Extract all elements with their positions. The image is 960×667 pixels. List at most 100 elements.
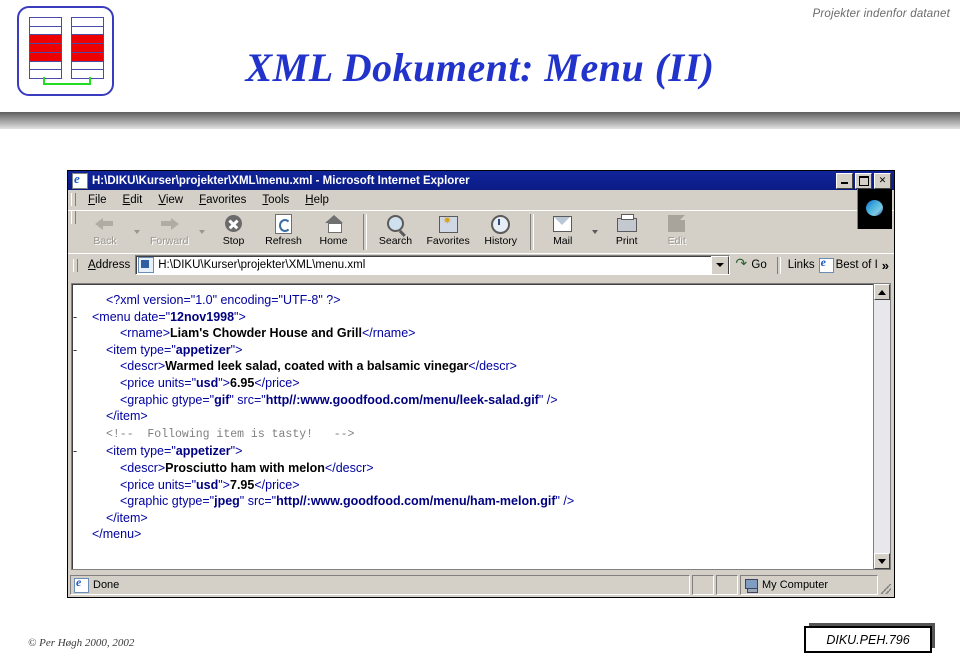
go-label: Go	[751, 259, 767, 271]
browser-toolbar: Back Forward Stop Refresh Home Search ✷ …	[68, 210, 894, 253]
toolbar-refresh-button[interactable]: Refresh	[259, 211, 309, 253]
link-label: Best of I	[835, 259, 878, 271]
mail-dropdown-icon[interactable]	[591, 230, 598, 234]
menu-item-help[interactable]: Help	[297, 192, 337, 208]
page-content-area: <?xml version="1.0" encoding="UTF-8" ?> -…	[71, 283, 891, 570]
xml-line: <descr>Prosciutto ham with melon</descr>	[82, 460, 869, 477]
xml-token-tag: <item type="	[106, 444, 176, 459]
browser-window: H:\DIKU\Kurser\projekter\XML\menu.xml - …	[67, 170, 895, 598]
xml-token-tag: <item type="	[106, 342, 176, 357]
status-text: Done	[93, 579, 120, 591]
xml-line: <!-- Following item is tasty! -->	[82, 425, 869, 444]
toolbar-separator-2	[529, 214, 534, 250]
toolbar-mail-button[interactable]: Mail	[538, 211, 588, 253]
xml-token-tag: <?xml version="1.0" encoding="UTF-8" ?>	[106, 293, 341, 307]
page-status-icon	[74, 575, 89, 593]
back-dropdown-icon[interactable]	[134, 230, 140, 234]
scroll-up-button[interactable]	[874, 284, 890, 300]
browser-titlebar: H:\DIKU\Kurser\projekter\XML\menu.xml - …	[68, 171, 894, 190]
xml-token-tag: <graphic gtype="	[120, 392, 215, 407]
resize-grip[interactable]	[878, 575, 892, 595]
xml-token-tag: </price>	[254, 375, 300, 390]
scroll-down-button[interactable]	[874, 553, 890, 569]
go-button[interactable]: Go	[730, 255, 773, 272]
ie-animated-logo	[857, 189, 892, 229]
xml-token-tag: </menu>	[92, 527, 142, 542]
xml-token-tag: " src="	[239, 494, 277, 509]
link-best-of-ie[interactable]: Best of I	[818, 255, 880, 273]
xml-line: - <menu date="12nov1998">	[73, 309, 869, 326]
slide-root: Projekter indenfor datanet XML Dokument:…	[0, 0, 960, 667]
links-label[interactable]: Links	[784, 259, 819, 271]
xml-collapse-toggle[interactable]: -	[73, 309, 77, 326]
xml-token-txt: 7.95	[230, 477, 255, 492]
xml-token-tag: <rname>	[120, 326, 171, 341]
xml-token-tag: <price units="	[120, 477, 197, 492]
toolbar-stop-button[interactable]: Stop	[209, 211, 259, 253]
xml-token-aval: 12nov1998	[170, 309, 235, 324]
xml-token-tag: </item>	[106, 510, 148, 525]
security-zone-pane[interactable]: My Computer	[740, 575, 878, 595]
xml-line: - <item type="appetizer">	[73, 443, 869, 460]
menu-item-favorites[interactable]: Favorites	[191, 192, 254, 208]
xml-token-aval: gif	[214, 392, 230, 407]
menu-item-view[interactable]: View	[150, 192, 191, 208]
xml-token-tag: <descr>	[120, 359, 166, 374]
security-zone-label: My Computer	[762, 579, 829, 591]
toolbar-home-button[interactable]: Home	[309, 211, 359, 253]
xml-line: <descr>Warmed leek salad, coated with a …	[82, 358, 869, 375]
xml-token-tag: <graphic gtype="	[120, 494, 215, 509]
xml-collapse-toggle[interactable]: -	[73, 443, 77, 460]
status-pane-2	[692, 575, 714, 595]
toolbar-history-button[interactable]: History	[476, 211, 526, 253]
toolbar-edit-button[interactable]: Edit	[652, 211, 702, 253]
xml-token-aval: http//:www.goodfood.com/menu/ham-melon.g…	[276, 494, 556, 509]
address-bar: Address H:\DIKU\Kurser\projekter\XML\men…	[68, 253, 894, 276]
forward-arrow-icon	[158, 213, 180, 234]
toolbar-search-button[interactable]: Search	[371, 211, 421, 253]
xml-token-comment: <!-- Following item is tasty! -->	[106, 427, 355, 441]
toolbar-grip[interactable]	[71, 211, 76, 224]
xml-token-aval: jpeg	[214, 494, 240, 509]
xml-token-tag: ">	[234, 309, 246, 324]
minimize-button[interactable]	[836, 172, 853, 189]
toolbar-print-button[interactable]: Print	[602, 211, 652, 253]
xml-token-txt: 6.95	[230, 375, 255, 390]
links-overflow-chevron-icon[interactable]: »	[880, 258, 892, 273]
addressbar-grip[interactable]	[73, 258, 78, 272]
menu-item-tools[interactable]: Tools	[254, 192, 297, 208]
menu-bar: File Edit View Favorites Tools Help	[68, 189, 894, 229]
xml-line: - <item type="appetizer">	[73, 342, 869, 359]
header-divider-bar	[0, 112, 960, 129]
xml-token-tag: ">	[230, 342, 243, 357]
menu-item-edit[interactable]: Edit	[115, 192, 151, 208]
xml-token-tag: ">	[218, 375, 230, 390]
menubar-grip[interactable]	[71, 193, 76, 206]
menu-item-file[interactable]: File	[80, 192, 115, 208]
toolbar-back-button[interactable]: Back	[80, 211, 130, 253]
xml-collapse-toggle[interactable]: -	[73, 342, 77, 359]
xml-token-tag: </descr>	[324, 460, 374, 475]
scrollbar-track[interactable]	[874, 300, 890, 553]
toolbar-favorites-button[interactable]: Favorites	[421, 211, 476, 253]
address-input[interactable]: H:\DIKU\Kurser\projekter\XML\menu.xml	[135, 255, 731, 275]
xml-token-tag: ">	[218, 477, 230, 492]
xml-token-tag: <descr>	[120, 460, 166, 475]
maximize-button[interactable]	[855, 172, 872, 189]
xml-token-tag: " />	[555, 494, 575, 509]
address-value: H:\DIKU\Kurser\projekter\XML\menu.xml	[158, 259, 366, 271]
address-dropdown-button[interactable]	[711, 256, 730, 274]
print-icon	[616, 213, 638, 234]
toolbar-forward-button[interactable]: Forward	[144, 211, 195, 253]
go-arrow-icon	[735, 255, 748, 272]
close-button[interactable]: ✕	[874, 172, 891, 189]
search-icon	[385, 213, 407, 234]
history-icon	[490, 213, 512, 234]
content-vertical-scrollbar[interactable]	[873, 284, 890, 569]
footer-copyright: © Per Høgh 2000, 2002	[28, 637, 135, 649]
status-message-pane: Done	[70, 575, 690, 595]
xml-token-aval: appetizer	[175, 342, 231, 357]
forward-dropdown-icon[interactable]	[198, 230, 205, 234]
xml-token-tag: " />	[538, 392, 558, 407]
xml-line: <price units="usd">6.95</price>	[82, 375, 869, 392]
